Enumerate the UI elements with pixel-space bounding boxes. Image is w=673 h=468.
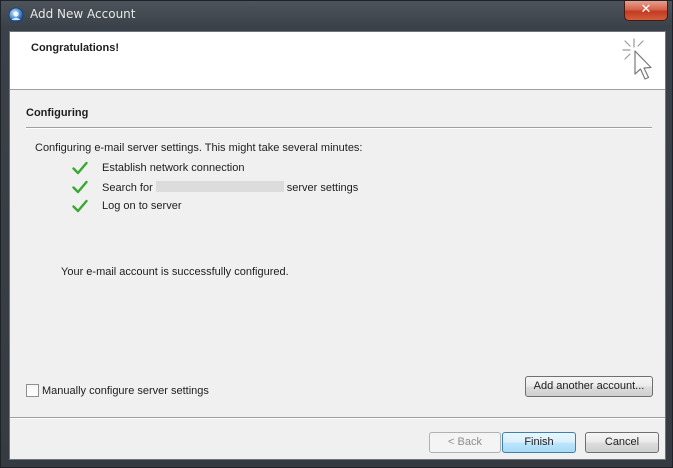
step-label: Log on to server	[102, 200, 182, 212]
redacted-email-address	[155, 181, 284, 192]
check-icon	[72, 180, 88, 194]
add-new-account-window: Add New Account ✕ Congratulations! Confi…	[0, 0, 673, 468]
title-bar[interactable]: Add New Account ✕	[1, 1, 672, 29]
check-icon	[72, 161, 88, 175]
finish-button[interactable]: Finish	[502, 432, 576, 453]
footer-divider	[10, 417, 665, 419]
success-message: Your e-mail account is successfully conf…	[61, 266, 289, 278]
click-cursor-icon	[622, 38, 652, 80]
checkbox-label[interactable]: Manually configure server settings	[42, 385, 209, 397]
page-title: Congratulations!	[31, 42, 119, 54]
outlook-app-icon	[8, 7, 24, 23]
section-divider	[26, 127, 652, 129]
step-label: Search for server settings	[102, 181, 358, 194]
add-another-account-button[interactable]: Add another account...	[525, 376, 653, 397]
window-title: Add New Account	[30, 7, 136, 21]
step-label-suffix: server settings	[286, 182, 359, 194]
checkbox-box[interactable]	[26, 384, 39, 397]
dialog-client-area: Congratulations! Configuring Configuring…	[9, 31, 666, 460]
configuring-intro-text: Configuring e-mail server settings. This…	[35, 142, 363, 154]
cancel-button[interactable]: Cancel	[585, 432, 659, 453]
wizard-header: Congratulations!	[10, 32, 665, 90]
step-label: Establish network connection	[102, 162, 245, 174]
close-button[interactable]: ✕	[624, 1, 668, 21]
step-label-prefix: Search for	[102, 182, 153, 194]
check-icon	[72, 199, 88, 213]
back-button[interactable]: < Back	[429, 432, 501, 453]
section-title: Configuring	[26, 107, 89, 119]
close-icon: ✕	[640, 2, 652, 17]
